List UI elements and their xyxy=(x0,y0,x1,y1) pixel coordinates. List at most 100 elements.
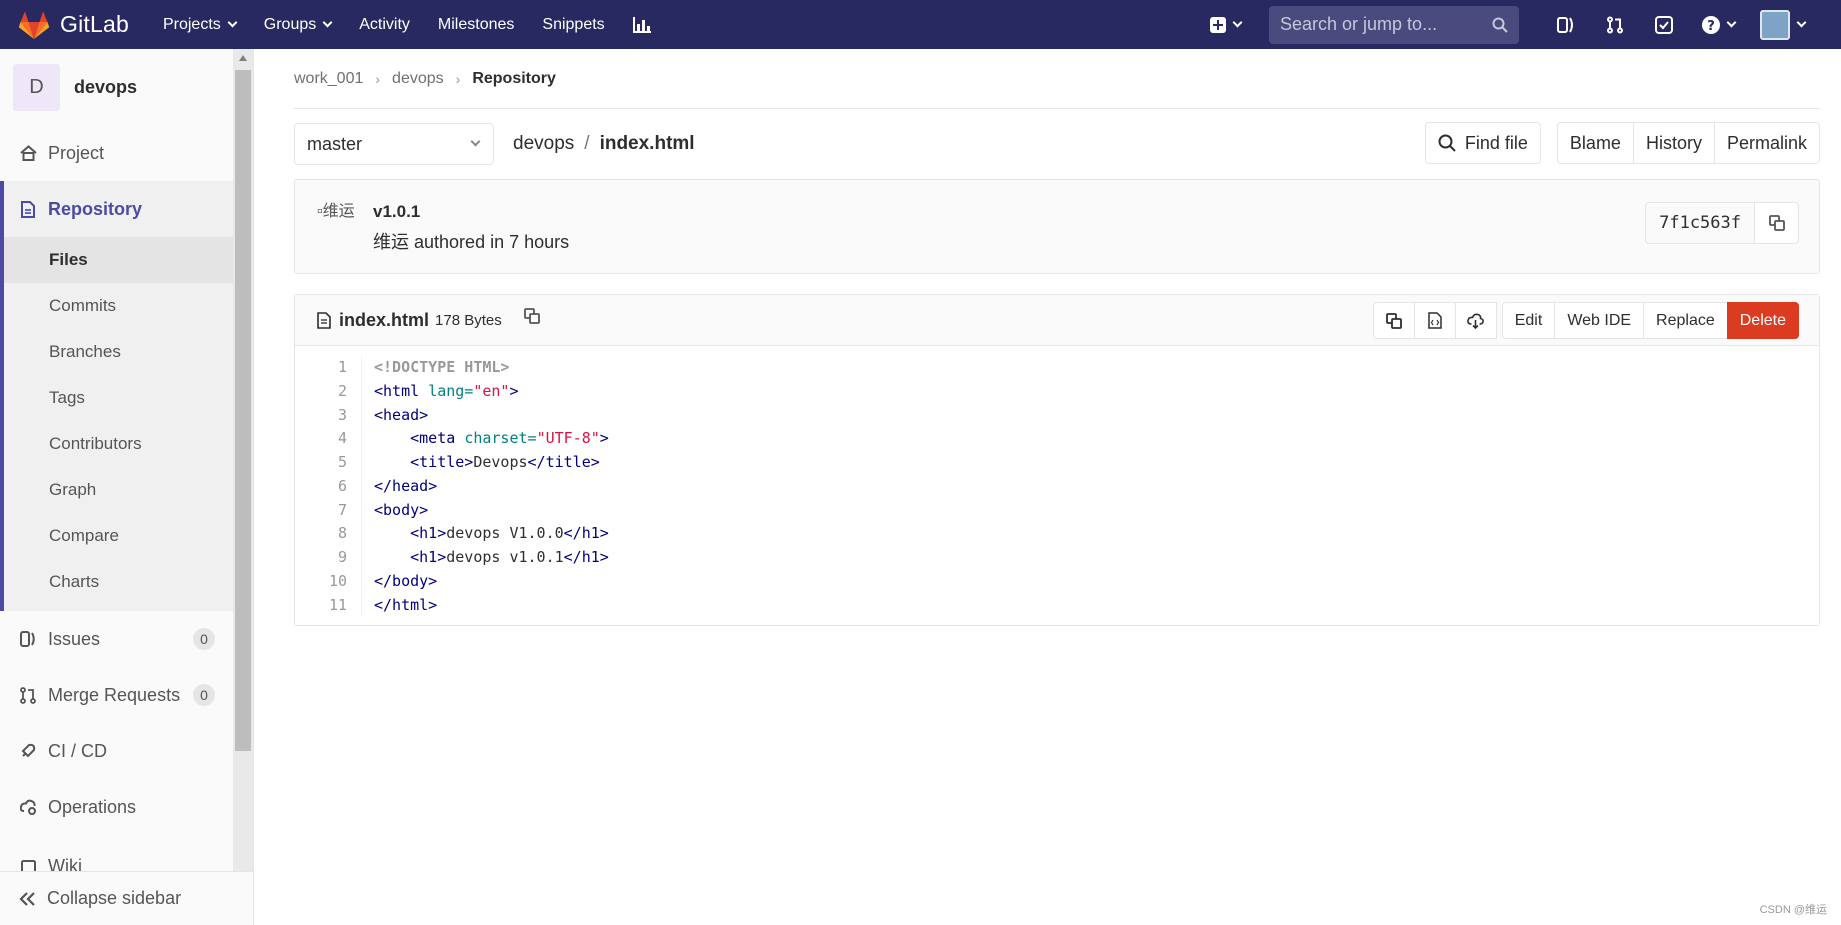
commit-sha[interactable]: 7f1c563f xyxy=(1645,202,1755,244)
file-navigation: master devops / index.html Find file Blame… xyxy=(294,109,1820,179)
find-file-button[interactable]: Find file xyxy=(1424,122,1541,164)
copy-sha-button[interactable] xyxy=(1755,202,1799,244)
line-number[interactable]: 10 xyxy=(295,570,347,594)
code-line: <title>Devops</title> xyxy=(410,453,600,471)
main-content: work_001 › devops › Repository master de… xyxy=(294,49,1820,627)
line-number[interactable]: 3 xyxy=(295,404,347,428)
commit-time: authored in 7 hours xyxy=(414,232,570,252)
breadcrumb: work_001 › devops › Repository xyxy=(294,49,1820,109)
find-file-label: Find file xyxy=(1464,132,1528,153)
sidebar-item-operations[interactable]: Operations xyxy=(0,779,234,835)
nav-projects[interactable]: Projects xyxy=(163,16,238,34)
chevron-down-icon xyxy=(470,136,481,147)
sidebar-subitem-commits[interactable]: Commits xyxy=(4,283,234,329)
code-line: </body> xyxy=(374,571,438,590)
replace-button[interactable]: Replace xyxy=(1643,302,1728,339)
sidebar-subitem-contributors[interactable]: Contributors xyxy=(4,421,234,467)
sidebar-subitem-charts[interactable]: Charts xyxy=(4,559,234,605)
file-code-icon xyxy=(1427,312,1442,329)
user-avatar xyxy=(1760,9,1790,40)
sidebar-subitem-branches[interactable]: Branches xyxy=(4,329,234,375)
sidebar-repository-group: Repository Files Commits Branches Tags C… xyxy=(0,181,234,611)
nav-analytics[interactable] xyxy=(632,16,651,33)
permalink-button[interactable]: Permalink xyxy=(1713,122,1820,164)
help-dropdown-button[interactable]: ? xyxy=(1688,0,1748,49)
nav-snippets[interactable]: Snippets xyxy=(542,16,604,34)
commit-title[interactable]: v1.0.1 xyxy=(373,202,420,222)
gitlab-logo[interactable]: GitLab xyxy=(18,10,129,40)
new-dropdown-button[interactable] xyxy=(1210,16,1243,33)
sidebar-subitem-compare[interactable]: Compare xyxy=(4,513,234,559)
issues-icon xyxy=(19,630,37,648)
nav-activity[interactable]: Activity xyxy=(359,16,410,34)
edit-button[interactable]: Edit xyxy=(1501,302,1556,339)
sidebar-subitem-tags[interactable]: Tags xyxy=(4,375,234,421)
collapse-sidebar-button[interactable]: Collapse sidebar xyxy=(0,871,253,925)
download-button[interactable] xyxy=(1454,302,1497,339)
todos-nav-button[interactable] xyxy=(1639,0,1688,49)
sidebar-scrollbar[interactable] xyxy=(233,49,253,873)
sidebar-project-header[interactable]: D devops xyxy=(0,49,253,125)
sidebar-item-merge-requests[interactable]: Merge Requests 0 xyxy=(0,667,234,723)
path-root-link[interactable]: devops xyxy=(513,133,574,154)
file-header: index.html 178 Bytes Edit Web IDE Replac… xyxy=(295,295,1819,346)
file-icon xyxy=(317,311,331,329)
sidebar-item-issues[interactable]: Issues 0 xyxy=(0,611,234,667)
open-raw-button[interactable] xyxy=(1413,302,1456,339)
copy-source-button[interactable] xyxy=(1372,302,1415,339)
scrollbar-thumb[interactable] xyxy=(235,70,251,751)
delete-button[interactable]: Delete xyxy=(1726,302,1799,339)
last-commit-panel: ▫维运 v1.0.1 维运 authored in 7 hours 7f1c56… xyxy=(294,179,1820,274)
line-number[interactable]: 4 xyxy=(295,427,347,451)
sidebar-item-label: Project xyxy=(48,142,105,163)
breadcrumb-current[interactable]: Repository xyxy=(472,70,556,88)
line-number[interactable]: 8 xyxy=(295,522,347,546)
line-number[interactable]: 11 xyxy=(295,594,347,618)
history-button[interactable]: History xyxy=(1632,122,1715,164)
code-line: </head> xyxy=(374,476,438,495)
user-menu-button[interactable] xyxy=(1760,9,1807,40)
sidebar-item-repository[interactable]: Repository xyxy=(4,181,234,237)
line-numbers: 1 2 3 4 5 6 7 8 9 10 11 xyxy=(295,356,362,618)
merge-requests-nav-button[interactable] xyxy=(1590,0,1639,49)
breadcrumb-group[interactable]: work_001 xyxy=(294,70,363,88)
scroll-up-arrow-icon[interactable] xyxy=(239,55,247,61)
branch-selector[interactable]: master xyxy=(294,123,494,165)
code-line: <body> xyxy=(374,500,429,519)
code-viewer: 1 2 3 4 5 6 7 8 9 10 11 <!DOCTYPE HTML> <… xyxy=(295,346,1819,625)
web-ide-button[interactable]: Web IDE xyxy=(1554,302,1645,339)
sidebar-item-ci-cd[interactable]: CI / CD xyxy=(0,723,234,779)
project-name: devops xyxy=(74,76,138,97)
line-number[interactable]: 1 xyxy=(295,356,347,380)
copy-file-path-button[interactable] xyxy=(523,307,540,329)
nav-groups[interactable]: Groups xyxy=(264,16,333,34)
project-avatar: D xyxy=(13,63,60,111)
sidebar-subitem-graph[interactable]: Graph xyxy=(4,467,234,513)
search-icon xyxy=(1438,134,1456,152)
nav-milestones[interactable]: Milestones xyxy=(438,16,514,34)
search-icon xyxy=(1492,17,1508,33)
question-circle-icon: ? xyxy=(1701,15,1720,34)
code-lines[interactable]: <!DOCTYPE HTML> <html lang="en"> <head> <m… xyxy=(362,356,609,617)
sidebar-subitem-files[interactable]: Files xyxy=(4,237,234,283)
line-number[interactable]: 2 xyxy=(295,380,347,404)
commit-author[interactable]: 维运 xyxy=(373,232,409,252)
chevron-right-icon: › xyxy=(455,70,461,87)
search-input[interactable]: Search or jump to... xyxy=(1280,14,1492,35)
commit-author-avatar[interactable]: ▫维运 xyxy=(317,202,357,242)
line-number[interactable]: 6 xyxy=(295,475,347,499)
code-line: <!DOCTYPE HTML> xyxy=(374,358,510,376)
issues-nav-button[interactable] xyxy=(1541,0,1590,49)
line-number[interactable]: 7 xyxy=(295,499,347,523)
breadcrumb-project[interactable]: devops xyxy=(392,70,444,88)
file-view-actions: Blame History Permalink xyxy=(1556,122,1820,164)
sidebar-item-project[interactable]: Project xyxy=(0,125,234,181)
code-line: <html lang="en"> xyxy=(374,381,519,400)
cloud-gear-icon xyxy=(19,798,37,816)
line-number[interactable]: 5 xyxy=(295,451,347,475)
line-number[interactable]: 9 xyxy=(295,546,347,570)
blame-button[interactable]: Blame xyxy=(1556,122,1634,164)
copy-icon xyxy=(1385,312,1402,329)
chevron-down-icon xyxy=(1232,17,1243,28)
search-box[interactable]: Search or jump to... xyxy=(1269,5,1519,44)
